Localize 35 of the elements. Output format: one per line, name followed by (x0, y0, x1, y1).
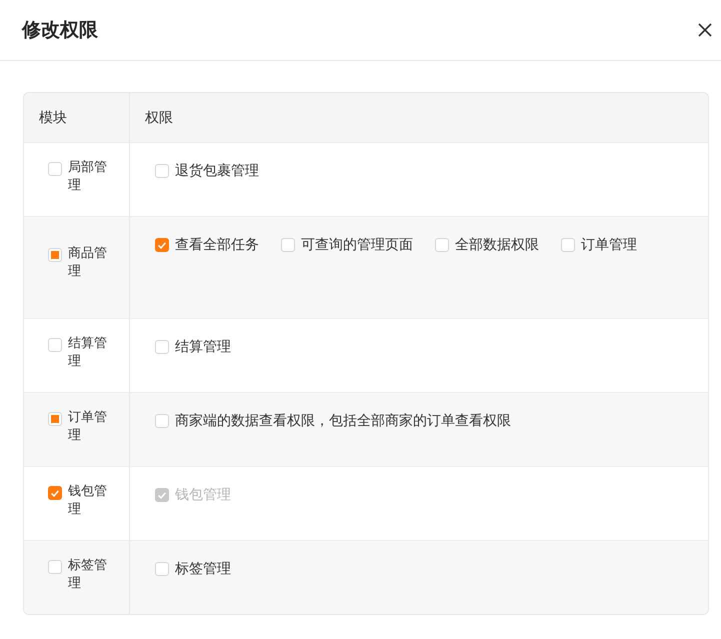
permission-label: 全部数据权限 (455, 236, 539, 255)
checkbox[interactable] (155, 164, 169, 178)
module-name: 结算管理 (68, 335, 108, 371)
column-header: 模块 (39, 108, 67, 126)
permission-label: 钱包管理 (175, 486, 231, 505)
permission-label: 退货包裹管理 (175, 162, 259, 181)
permission-label: 标签管理 (175, 560, 231, 579)
checkbox[interactable] (281, 238, 295, 252)
tick-icon (158, 492, 166, 498)
module-name: 订单管理 (68, 409, 108, 445)
tick-icon (51, 490, 59, 496)
permission-label: 订单管理 (581, 236, 637, 255)
checkbox[interactable] (48, 162, 62, 176)
checkbox[interactable] (155, 414, 169, 428)
checkbox[interactable] (48, 338, 62, 352)
permission-label: 商家端的数据查看权限，包括全部商家的订单查看权限 (175, 412, 511, 431)
module-name: 局部管理 (68, 159, 108, 195)
tick-icon (158, 242, 166, 248)
module-name: 钱包管理 (68, 483, 108, 519)
checkbox[interactable] (48, 486, 62, 500)
checkbox[interactable] (561, 238, 575, 252)
module-name: 标签管理 (68, 557, 108, 593)
checkbox[interactable] (48, 412, 62, 426)
checkbox[interactable] (155, 238, 169, 252)
module-name: 商品管理 (68, 245, 108, 281)
checkbox[interactable] (155, 340, 169, 354)
column-header: 权限 (145, 108, 173, 126)
permission-label: 查看全部任务 (175, 236, 259, 255)
checkbox[interactable] (155, 562, 169, 576)
checkbox[interactable] (435, 238, 449, 252)
checkbox[interactable] (48, 560, 62, 574)
permission-label: 结算管理 (175, 338, 231, 357)
permission-label: 可查询的管理页面 (301, 236, 413, 255)
checkbox[interactable] (48, 248, 62, 262)
dialog-title: 修改权限 (22, 18, 98, 43)
